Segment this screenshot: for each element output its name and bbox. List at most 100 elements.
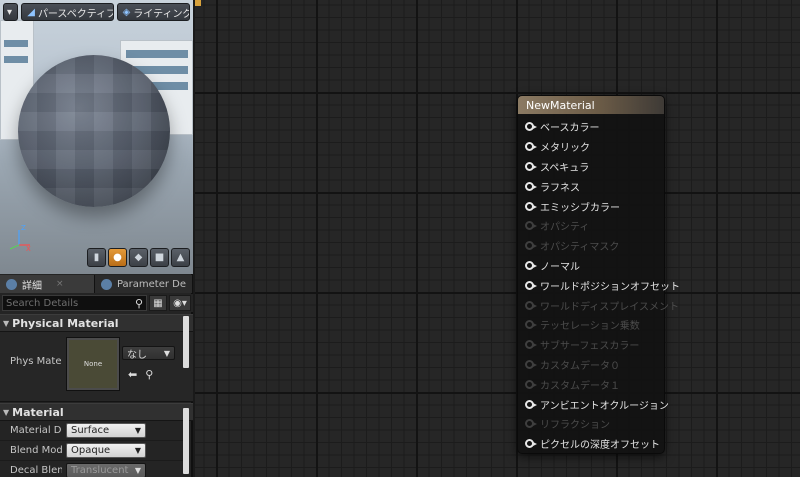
phys-material-actions: ⬅ ⚲ xyxy=(128,368,153,381)
node-input-pin: テッセレーション乗数 xyxy=(518,315,664,335)
details-search-row: ⚲ ▦ ◉▾ xyxy=(0,294,193,312)
preview-cube-button[interactable]: ■ xyxy=(150,248,169,267)
material-result-node[interactable]: NewMaterial ベースカラーメタリックスペキュララフネスエミッシブカラー… xyxy=(517,95,680,454)
search-details-input[interactable] xyxy=(6,297,135,309)
collapse-arrow-icon: ▼ xyxy=(3,407,10,417)
eye-icon: ◉▾ xyxy=(173,297,187,309)
node-input-pin[interactable]: エミッシブカラー xyxy=(518,196,664,216)
material-domain-select[interactable]: Surface ▼ xyxy=(66,423,146,438)
perspective-button[interactable]: ◢ パースペクティブ xyxy=(21,3,114,21)
pin-label: リフラクション xyxy=(540,420,610,432)
svg-text:Z: Z xyxy=(21,224,26,232)
building-window xyxy=(4,56,28,63)
preview-cylinder-button[interactable]: ▮ xyxy=(87,248,106,267)
pin-connector-icon[interactable] xyxy=(525,201,537,211)
teapot-icon: ▲ xyxy=(176,252,185,263)
pin-connector-icon[interactable] xyxy=(525,161,537,171)
chevron-down-icon: ▼ xyxy=(163,348,170,358)
details-scrollbar-thumb[interactable] xyxy=(183,408,189,474)
pin-connector-icon xyxy=(525,340,537,350)
details-scrollbar-thumb[interactable] xyxy=(183,316,189,368)
graph-corner-marker xyxy=(195,0,201,6)
plane-icon: ◆ xyxy=(134,252,143,263)
node-input-pin[interactable]: ラフネス xyxy=(518,176,664,196)
lighting-button[interactable]: ◈ ライティング xyxy=(116,3,190,21)
pin-connector-icon[interactable] xyxy=(525,181,537,191)
tab-details[interactable]: 詳細 × xyxy=(0,275,95,293)
pin-connector-icon xyxy=(525,221,537,231)
node-input-pin[interactable]: ベースカラー xyxy=(518,117,664,137)
pin-label: サブサーフェスカラー xyxy=(540,341,640,353)
pin-connector-icon[interactable] xyxy=(525,260,537,270)
pin-connector-icon[interactable] xyxy=(525,280,537,290)
pin-connector-icon xyxy=(525,320,537,330)
node-input-pin: カスタムデータ１ xyxy=(518,374,664,394)
pin-connector-icon xyxy=(525,300,537,310)
node-input-pins: ベースカラーメタリックスペキュララフネスエミッシブカラー オパシティオパシティマス… xyxy=(518,114,680,454)
node-input-pin[interactable]: スペキュラ xyxy=(518,157,664,177)
pin-connector-icon[interactable] xyxy=(525,399,537,409)
preview-plane-button[interactable]: ◆ xyxy=(129,248,148,267)
node-input-pin: ワールドディスプレイスメント xyxy=(518,295,679,315)
building-window xyxy=(126,50,188,58)
details-icon xyxy=(6,278,17,290)
category-physical-material[interactable]: ▼ Physical Material xyxy=(0,314,193,332)
blend-mode-row: Blend Mode Opaque ▼ xyxy=(0,441,183,461)
view-options-button[interactable]: ◉▾ xyxy=(169,295,191,311)
chevron-down-icon: ▾ xyxy=(7,6,13,18)
pin-label: ピクセルの深度オフセット xyxy=(540,440,660,452)
pin-label: ワールドディスプレイスメント xyxy=(540,301,679,313)
pin-label: オパシティマスク xyxy=(540,242,620,254)
node-input-pin[interactable]: ピクセルの深度オフセット xyxy=(518,434,664,454)
preview-shape-buttons: ▮ ● ◆ ■ ▲ xyxy=(87,248,190,267)
pin-label: メタリック xyxy=(540,143,590,155)
node-input-pin: オパシティ xyxy=(518,216,664,236)
viewport-toolbar: ▾ ◢ パースペクティブ ◈ ライティング xyxy=(0,0,193,24)
pin-label: カスタムデータ０ xyxy=(540,360,620,372)
pin-connector-icon xyxy=(525,241,537,251)
search-box: ⚲ xyxy=(2,295,147,311)
building-window xyxy=(4,40,28,47)
node-input-pin[interactable]: ワールドポジションオフセット xyxy=(518,275,680,295)
pin-label: アンビエントオクルージョン xyxy=(540,400,669,412)
chevron-down-icon: ▼ xyxy=(134,446,141,455)
node-input-pin: サブサーフェスカラー xyxy=(518,335,664,355)
cube-icon: ■ xyxy=(154,252,165,263)
material-preview-viewport[interactable]: ▾ ◢ パースペクティブ ◈ ライティング Z X ▮ ● ◆ ■ ▲ xyxy=(0,0,193,274)
perspective-icon: ◢ xyxy=(27,6,35,18)
phys-material-row: Phys Materi None なし ▼ ⬅ ⚲ xyxy=(0,332,193,402)
axis-gizmo: Z X xyxy=(9,224,31,252)
phys-material-select[interactable]: なし ▼ xyxy=(122,346,175,361)
blend-mode-select[interactable]: Opaque ▼ xyxy=(66,443,146,458)
node-input-pin: オパシティマスク xyxy=(518,236,664,256)
node-title[interactable]: NewMaterial xyxy=(518,96,664,114)
preview-sphere-button[interactable]: ● xyxy=(108,248,127,267)
cylinder-icon: ▮ xyxy=(93,252,100,263)
node-input-pin: カスタムデータ０ xyxy=(518,355,664,375)
node-input-pin[interactable]: ノーマル xyxy=(518,256,664,276)
decal-blend-select[interactable]: Translucent ▼ xyxy=(66,463,146,477)
browse-search-icon[interactable]: ⚲ xyxy=(145,368,153,381)
category-material[interactable]: ▼ Material xyxy=(0,403,193,421)
node-input-pin[interactable]: アンビエントオクルージョン xyxy=(518,394,669,414)
viewport-menu-button[interactable]: ▾ xyxy=(3,3,19,21)
preview-teapot-button[interactable]: ▲ xyxy=(171,248,190,267)
material-domain-row: Material Don Surface ▼ xyxy=(0,421,183,441)
use-selected-arrow-icon[interactable]: ⬅ xyxy=(128,368,137,381)
pin-connector-icon[interactable] xyxy=(525,439,537,449)
material-graph-canvas[interactable]: NewMaterial ベースカラーメタリックスペキュララフネスエミッシブカラー… xyxy=(195,0,800,477)
tab-parameter-defaults[interactable]: Parameter De xyxy=(95,275,193,293)
close-icon[interactable]: × xyxy=(56,279,64,289)
grid-icon: ▦ xyxy=(153,297,163,309)
search-icon[interactable]: ⚲ xyxy=(135,297,143,310)
pin-connector-icon xyxy=(525,379,537,389)
node-input-pin[interactable]: メタリック xyxy=(518,137,664,157)
pin-connector-icon[interactable] xyxy=(525,122,537,132)
pin-connector-icon[interactable] xyxy=(525,142,537,152)
pin-label: ラフネス xyxy=(540,182,580,194)
phys-material-thumbnail[interactable]: None xyxy=(66,337,120,391)
svg-text:X: X xyxy=(26,245,31,252)
property-matrix-button[interactable]: ▦ xyxy=(149,295,167,311)
pin-label: スペキュラ xyxy=(540,162,590,174)
details-tab-bar: 詳細 × Parameter De xyxy=(0,275,193,293)
